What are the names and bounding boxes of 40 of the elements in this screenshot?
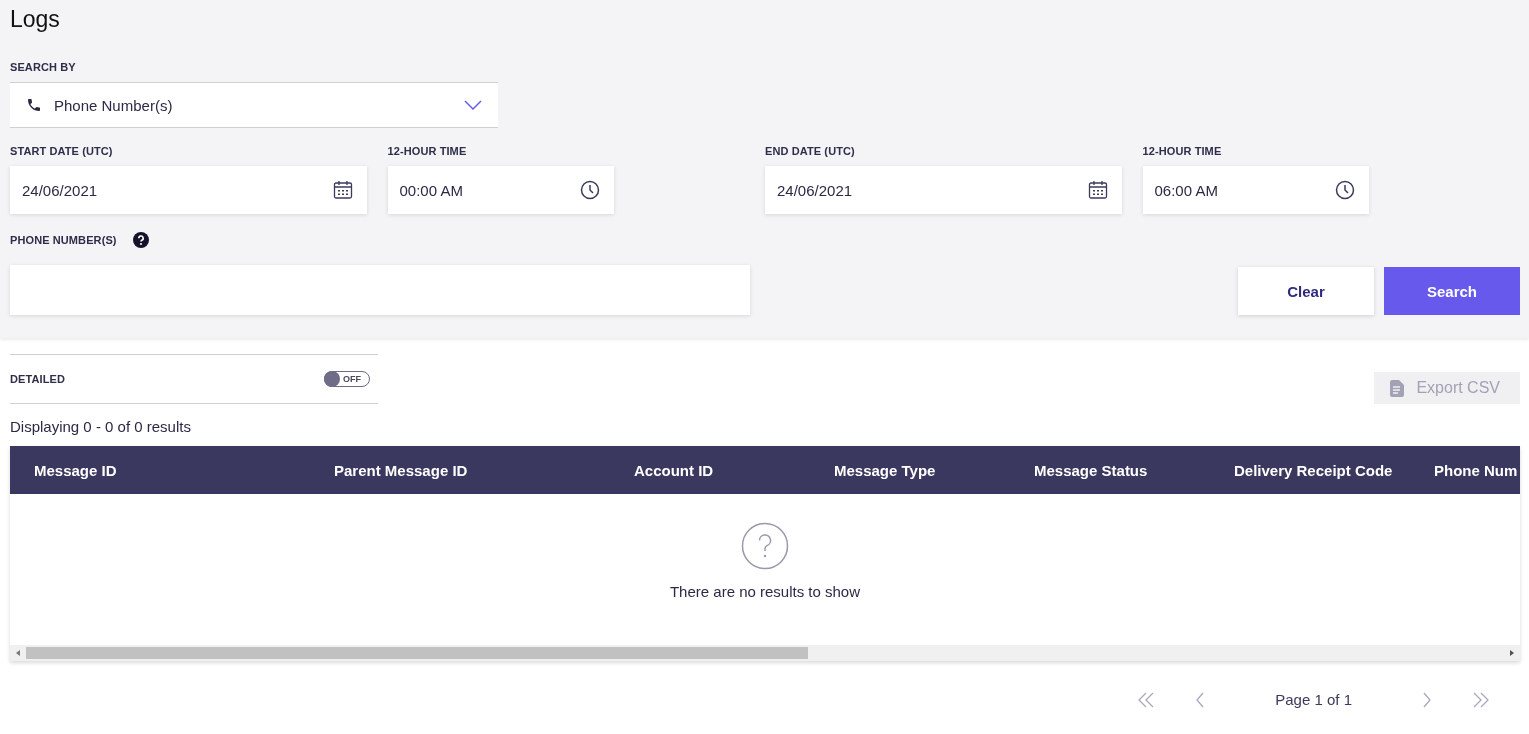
date-field[interactable]: 24/06/2021 (10, 166, 367, 214)
calendar-icon (333, 180, 353, 200)
clear-button[interactable]: Clear (1238, 267, 1374, 315)
column-header[interactable]: Message ID (34, 461, 117, 479)
time-field[interactable]: 06:00 AM (1142, 166, 1369, 214)
search-button[interactable]: Search (1384, 267, 1520, 315)
column-header[interactable]: Parent Message ID (334, 461, 468, 479)
document-icon (1390, 379, 1405, 397)
time-field[interactable]: 00:00 AM (387, 166, 614, 214)
column-header[interactable]: Phone Num (1434, 461, 1518, 479)
field-label: 12-HOUR TIME (1142, 145, 1223, 157)
column-header[interactable]: Account ID (634, 461, 714, 479)
phone-number-field[interactable] (10, 265, 750, 315)
date-field[interactable]: 24/06/2021 (765, 166, 1122, 214)
horizontal-scrollbar[interactable] (10, 645, 1520, 661)
page-title: Logs (10, 6, 61, 34)
clock-icon (1334, 180, 1355, 200)
column-header[interactable]: Delivery Receipt Code (1234, 461, 1393, 479)
chevron-down-icon (464, 100, 482, 110)
phone-icon (26, 97, 42, 113)
clock-icon (579, 180, 600, 200)
field-label: START DATE (UTC) (10, 145, 114, 157)
field-label: 12-HOUR TIME (387, 145, 468, 157)
previous-page-icon[interactable] (1195, 691, 1206, 708)
detailed-label: DETAILED (10, 373, 65, 385)
column-header[interactable]: Message Type (834, 461, 936, 479)
empty-message: There are no results to show (669, 583, 861, 600)
field-label: PHONE NUMBER(S) (10, 234, 117, 246)
field-label: END DATE (UTC) (765, 145, 856, 157)
page-indicator: Page 1 of 1 (1275, 691, 1352, 708)
help-icon[interactable] (132, 232, 149, 248)
calendar-icon (1088, 180, 1108, 200)
question-icon (741, 522, 789, 570)
search-by-dropdown[interactable]: Phone Number(s) (10, 82, 498, 128)
next-page-icon[interactable] (1422, 691, 1432, 708)
first-page-icon[interactable] (1137, 691, 1156, 708)
column-header[interactable]: Message Status (1034, 461, 1148, 479)
last-page-icon[interactable] (1472, 691, 1490, 708)
field-label: SEARCH BY (10, 61, 77, 73)
results-summary: Displaying 0 - 0 of 0 results (10, 418, 192, 435)
